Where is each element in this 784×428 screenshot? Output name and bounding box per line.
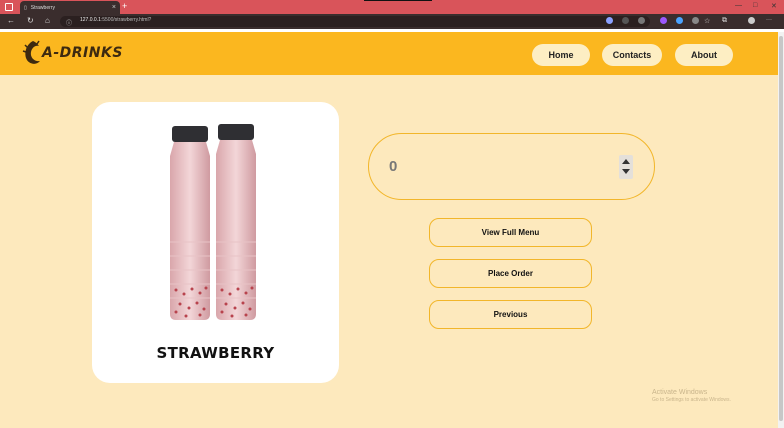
extension-icon[interactable]: [692, 17, 699, 24]
refresh-icon[interactable]: ↻: [27, 16, 34, 25]
tab-title: Strawberry: [30, 4, 55, 11]
url-path: :5500/strawberry.html?: [100, 17, 152, 23]
scrollbar-thumb[interactable]: [779, 36, 783, 421]
logo-splash-icon: [22, 40, 40, 64]
more-icon[interactable]: ···: [766, 17, 772, 23]
browser-tab[interactable]: ▯ Strawberry ×: [20, 1, 120, 14]
browser-window-icon: [5, 3, 13, 11]
strawberry-drink-image: [170, 124, 256, 320]
previous-button[interactable]: Previous: [429, 300, 592, 329]
extension-icon[interactable]: [660, 17, 667, 24]
extension-icon[interactable]: [638, 17, 645, 24]
tab-close-icon[interactable]: ×: [112, 4, 116, 11]
extension-icon[interactable]: [606, 17, 613, 24]
browser-tab-strip: ▯ Strawberry × + — □ ✕: [0, 0, 784, 14]
product-card: STRAWBERRY: [92, 102, 339, 383]
extension-icon[interactable]: [676, 17, 683, 24]
extension-icon[interactable]: [622, 17, 629, 24]
stepper-up-icon[interactable]: [622, 159, 630, 164]
quantity-stepper[interactable]: [619, 155, 633, 179]
view-full-menu-button[interactable]: View Full Menu: [429, 218, 592, 247]
watermark-title: Activate Windows: [652, 389, 708, 396]
page-icon: ▯: [24, 4, 27, 11]
stepper-down-icon[interactable]: [622, 169, 630, 174]
favorites-icon[interactable]: ☆: [704, 17, 710, 25]
url-text[interactable]: 127.0.0.1:5500/strawberry.html?: [80, 17, 151, 23]
logo-text: A-DRINKS: [42, 45, 123, 61]
new-tab-icon[interactable]: +: [122, 1, 127, 11]
windows-activation-watermark: Activate Windows Go to Settings to activ…: [652, 389, 731, 403]
nav-contacts-button[interactable]: Contacts: [602, 44, 662, 66]
url-host: 127.0.0.1: [80, 17, 101, 23]
nav-about-button[interactable]: About: [675, 44, 733, 66]
profile-avatar[interactable]: [748, 17, 755, 24]
window-close-icon[interactable]: ✕: [771, 2, 777, 10]
site-logo[interactable]: A-DRINKS: [22, 39, 123, 67]
address-bar: ← ↻ ⌂ ⓘ 127.0.0.1:5500/strawberry.html? …: [0, 14, 784, 29]
info-icon[interactable]: ⓘ: [66, 18, 72, 27]
site-navbar: A-DRINKS Home Contacts About: [0, 32, 778, 75]
product-name: STRAWBERRY: [156, 344, 275, 362]
place-order-button[interactable]: Place Order: [429, 259, 592, 288]
back-icon[interactable]: ←: [7, 16, 15, 25]
home-icon[interactable]: ⌂: [45, 16, 50, 25]
quantity-input[interactable]: 0: [368, 133, 655, 200]
quantity-value: 0: [389, 158, 398, 175]
watermark-subtitle: Go to Settings to activate Windows.: [652, 397, 731, 403]
drag-indicator: [364, 0, 432, 1]
collections-icon[interactable]: ⧉: [722, 17, 727, 25]
maximize-icon[interactable]: □: [753, 2, 757, 9]
nav-home-button[interactable]: Home: [532, 44, 590, 66]
minimize-icon[interactable]: —: [735, 2, 742, 9]
